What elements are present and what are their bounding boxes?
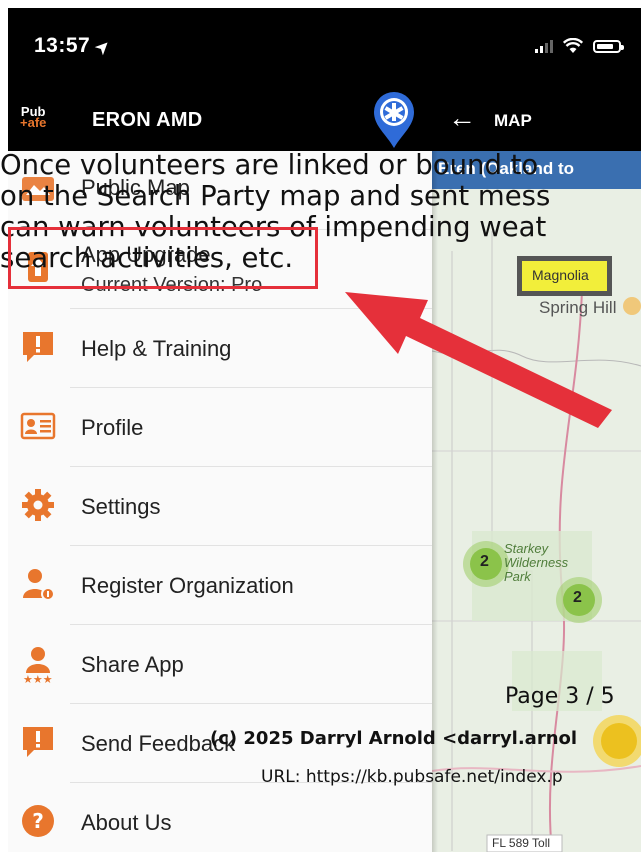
menu-label: Help & Training — [81, 336, 232, 361]
register-org-icon — [20, 566, 56, 602]
phone-screen: 13:57 ➤ Pub +afe ERON AMD ← MAP Eren (Oa… — [8, 8, 641, 852]
map-cluster-a[interactable]: 2 — [480, 553, 489, 571]
gear-icon — [20, 487, 56, 523]
menu-item-about-us[interactable]: ? About Us — [8, 783, 432, 852]
menu-label: Register Organization — [81, 573, 294, 598]
highlight-box — [8, 227, 318, 289]
app-bar: Pub +afe ERON AMD ← MAP — [8, 86, 641, 151]
menu-item-settings[interactable]: Settings — [8, 467, 432, 546]
menu-item-help-training[interactable]: Help & Training — [8, 309, 432, 388]
profile-card-icon — [20, 408, 56, 444]
map-road-label: FL 589 Toll — [492, 836, 551, 850]
park-label-line3: Park — [504, 569, 531, 584]
park-label-line1: Starkey — [504, 541, 549, 556]
status-time-text: 13:57 — [34, 34, 91, 57]
wifi-icon — [563, 38, 583, 54]
annotation-line-2: on the Search Party map and sent mess — [0, 180, 551, 212]
copyright-text: (c) 2025 Darryl Arnold <darryl.arnol — [210, 728, 578, 749]
annotation-line-1: Once volunteers are linked or bound to — [0, 149, 539, 181]
status-time: 13:57 ➤ — [34, 34, 114, 58]
help-icon — [20, 329, 56, 365]
menu-label: About Us — [81, 810, 172, 835]
menu-item-profile[interactable]: Profile — [8, 388, 432, 467]
question-icon: ? — [20, 803, 56, 839]
menu-item-register-organization[interactable]: Register Organization — [8, 546, 432, 625]
cell-signal-icon — [535, 39, 553, 53]
map-park-label: Starkey Wilderness Park — [504, 542, 568, 584]
share-app-icon: ★★★ — [20, 645, 56, 686]
svg-text:?: ? — [32, 809, 44, 833]
feedback-icon — [20, 724, 56, 760]
page-number: Page 3 / 5 — [505, 684, 615, 709]
menu-label: Share App — [81, 652, 184, 677]
menu-label: Profile — [81, 415, 144, 440]
location-arrow-icon: ➤ — [92, 36, 115, 59]
status-bar: 13:57 ➤ — [8, 8, 641, 86]
menu-item-share-app[interactable]: ★★★ Share App — [8, 625, 432, 704]
svg-text:★★★: ★★★ — [23, 673, 53, 685]
map-place-spring-hill: Spring Hill — [539, 298, 617, 317]
back-arrow-icon[interactable]: ← — [448, 104, 476, 132]
map-cluster-b[interactable]: 2 — [573, 589, 582, 607]
medical-pin-icon[interactable] — [368, 90, 420, 155]
source-url: URL: https://kb.pubsafe.net/index.p — [261, 767, 563, 787]
battery-icon — [593, 39, 624, 53]
logo-line2: +afe — [20, 115, 47, 130]
status-icons — [535, 38, 624, 54]
menu-label: Settings — [81, 494, 161, 519]
org-name: ERON AMD — [92, 109, 203, 131]
map-title: MAP — [494, 111, 532, 130]
pubsafe-logo: Pub +afe — [20, 105, 47, 130]
park-label-line2: Wilderness — [504, 555, 569, 570]
